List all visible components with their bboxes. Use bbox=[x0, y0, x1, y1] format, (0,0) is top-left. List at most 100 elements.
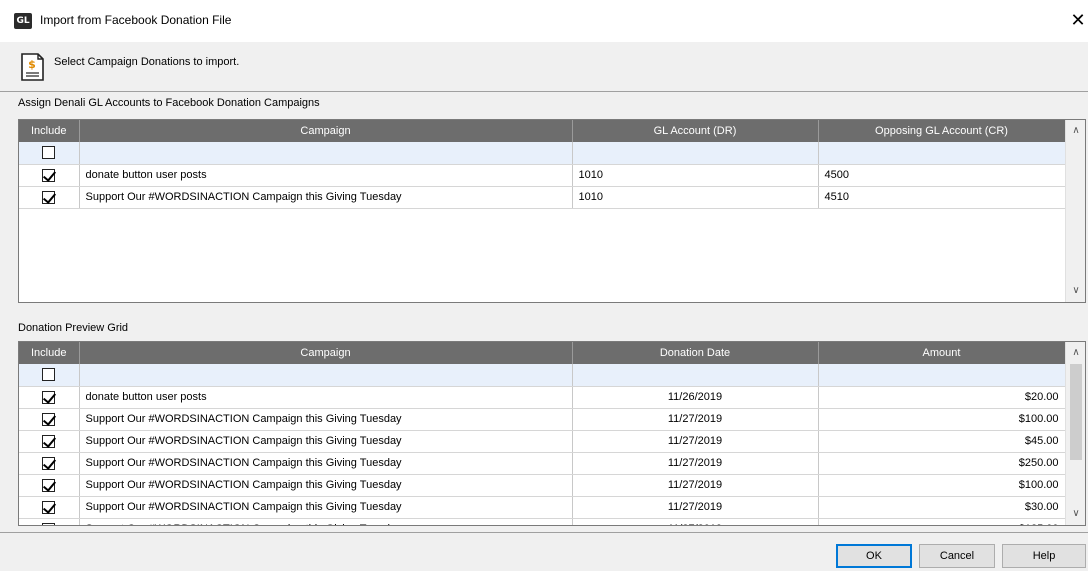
campaign-cell[interactable]: Support Our #WORDSINACTION Campaign this… bbox=[79, 452, 573, 475]
dialog-title: Import from Facebook Donation File bbox=[40, 13, 232, 27]
table-row[interactable]: Support Our #WORDSINACTION Campaign this… bbox=[19, 430, 1066, 453]
gl-cr-cell[interactable]: 4500 bbox=[818, 164, 1066, 187]
amount-cell[interactable]: $100.00 bbox=[818, 408, 1066, 431]
import-dialog: GL Import from Facebook Donation File ✕ … bbox=[0, 0, 1088, 571]
document-dollar-icon: $ bbox=[21, 53, 44, 81]
date-cell[interactable]: 11/27/2019 bbox=[572, 430, 819, 453]
include-cell[interactable] bbox=[19, 164, 80, 187]
include-checkbox[interactable] bbox=[42, 500, 56, 514]
include-checkbox[interactable] bbox=[42, 456, 56, 470]
preview-section-label: Donation Preview Grid bbox=[18, 322, 129, 334]
include-cell[interactable] bbox=[19, 364, 80, 387]
scroll-up-icon[interactable]: ∧ bbox=[1066, 344, 1085, 362]
help-button[interactable]: Help bbox=[1002, 544, 1086, 568]
include-cell[interactable] bbox=[19, 408, 80, 431]
include-cell[interactable] bbox=[19, 386, 80, 409]
gl-dr-cell[interactable] bbox=[572, 142, 819, 165]
title-bar: GL Import from Facebook Donation File ✕ bbox=[0, 0, 1088, 42]
column-header[interactable]: Include bbox=[19, 120, 80, 142]
date-cell[interactable]: 11/27/2019 bbox=[572, 496, 819, 519]
date-cell[interactable]: 11/27/2019 bbox=[572, 518, 819, 525]
amount-cell[interactable] bbox=[818, 364, 1066, 387]
table-row[interactable]: Support Our #WORDSINACTION Campaign this… bbox=[19, 518, 1066, 525]
accounts-grid-header: Include Campaign GL Account (DR) Opposin… bbox=[19, 120, 1066, 142]
campaign-cell[interactable]: Support Our #WORDSINACTION Campaign this… bbox=[79, 430, 573, 453]
include-checkbox[interactable] bbox=[42, 168, 56, 182]
column-header[interactable]: Opposing GL Account (CR) bbox=[818, 120, 1066, 142]
campaign-cell[interactable]: Support Our #WORDSINACTION Campaign this… bbox=[79, 186, 573, 209]
amount-cell[interactable]: $250.00 bbox=[818, 452, 1066, 475]
campaign-cell[interactable]: donate button user posts bbox=[79, 386, 573, 409]
column-header[interactable]: Campaign bbox=[79, 120, 573, 142]
footer-divider bbox=[0, 532, 1088, 533]
column-header[interactable]: Campaign bbox=[79, 342, 573, 364]
campaign-cell[interactable]: Support Our #WORDSINACTION Campaign this… bbox=[79, 408, 573, 431]
date-cell[interactable] bbox=[572, 364, 819, 387]
campaign-cell[interactable]: Support Our #WORDSINACTION Campaign this… bbox=[79, 496, 573, 519]
accounts-section-label: Assign Denali GL Accounts to Facebook Do… bbox=[18, 97, 320, 109]
close-button[interactable]: ✕ bbox=[1068, 8, 1088, 34]
gl-cr-cell[interactable] bbox=[818, 142, 1066, 165]
column-header[interactable]: Amount bbox=[818, 342, 1066, 364]
gl-dr-cell[interactable]: 1010 bbox=[572, 164, 819, 187]
amount-cell[interactable]: $100.00 bbox=[818, 474, 1066, 497]
table-row[interactable]: donate button user posts 1010 4500 bbox=[19, 164, 1066, 187]
table-row[interactable]: Support Our #WORDSINACTION Campaign this… bbox=[19, 474, 1066, 497]
include-cell[interactable] bbox=[19, 452, 80, 475]
amount-cell[interactable]: $30.00 bbox=[818, 496, 1066, 519]
preview-grid-header: Include Campaign Donation Date Amount bbox=[19, 342, 1066, 364]
scroll-up-icon[interactable]: ∧ bbox=[1066, 122, 1085, 140]
include-cell[interactable] bbox=[19, 430, 80, 453]
campaign-cell[interactable]: Support Our #WORDSINACTION Campaign this… bbox=[79, 518, 573, 525]
include-checkbox[interactable] bbox=[42, 190, 56, 204]
column-header[interactable]: Include bbox=[19, 342, 80, 364]
column-header[interactable]: GL Account (DR) bbox=[572, 120, 819, 142]
include-checkbox[interactable] bbox=[42, 390, 56, 404]
scroll-thumb[interactable] bbox=[1070, 364, 1082, 460]
preview-grid-body: donate button user posts 11/26/2019 $20.00… bbox=[19, 364, 1066, 525]
table-row[interactable]: Support Our #WORDSINACTION Campaign this… bbox=[19, 186, 1066, 209]
table-row[interactable]: Support Our #WORDSINACTION Campaign this… bbox=[19, 452, 1066, 475]
table-row[interactable]: Support Our #WORDSINACTION Campaign this… bbox=[19, 496, 1066, 519]
include-cell[interactable] bbox=[19, 496, 80, 519]
gl-dr-cell[interactable]: 1010 bbox=[572, 186, 819, 209]
gl-app-icon: GL bbox=[14, 13, 32, 29]
campaign-cell[interactable] bbox=[79, 364, 573, 387]
campaign-cell[interactable]: donate button user posts bbox=[79, 164, 573, 187]
preview-scrollbar[interactable]: ∧ ∨ bbox=[1065, 342, 1085, 525]
include-checkbox[interactable] bbox=[42, 412, 56, 426]
column-header[interactable]: Donation Date bbox=[572, 342, 819, 364]
include-checkbox[interactable] bbox=[42, 146, 56, 160]
include-checkbox[interactable] bbox=[42, 434, 56, 448]
campaign-cell[interactable]: Support Our #WORDSINACTION Campaign this… bbox=[79, 474, 573, 497]
new-entry-row[interactable] bbox=[19, 364, 1066, 387]
table-row[interactable]: donate button user posts 11/26/2019 $20.00 bbox=[19, 386, 1066, 409]
gl-cr-cell[interactable]: 4510 bbox=[818, 186, 1066, 209]
ok-button[interactable]: OK bbox=[836, 544, 912, 568]
accounts-grid[interactable]: Include Campaign GL Account (DR) Opposin… bbox=[18, 119, 1086, 303]
svg-text:$: $ bbox=[28, 58, 36, 71]
include-cell[interactable] bbox=[19, 142, 80, 165]
amount-cell[interactable]: $125.00 bbox=[818, 518, 1066, 525]
date-cell[interactable]: 11/26/2019 bbox=[572, 386, 819, 409]
include-checkbox[interactable] bbox=[42, 522, 56, 525]
include-cell[interactable] bbox=[19, 474, 80, 497]
table-row[interactable]: Support Our #WORDSINACTION Campaign this… bbox=[19, 408, 1066, 431]
scroll-down-icon[interactable]: ∨ bbox=[1066, 505, 1085, 523]
include-cell[interactable] bbox=[19, 518, 80, 525]
date-cell[interactable]: 11/27/2019 bbox=[572, 474, 819, 497]
amount-cell[interactable]: $45.00 bbox=[818, 430, 1066, 453]
include-cell[interactable] bbox=[19, 186, 80, 209]
cancel-button[interactable]: Cancel bbox=[919, 544, 995, 568]
include-checkbox[interactable] bbox=[42, 368, 56, 382]
amount-cell[interactable]: $20.00 bbox=[818, 386, 1066, 409]
instruction-text: Select Campaign Donations to import. bbox=[54, 56, 240, 68]
campaign-cell[interactable] bbox=[79, 142, 573, 165]
date-cell[interactable]: 11/27/2019 bbox=[572, 408, 819, 431]
date-cell[interactable]: 11/27/2019 bbox=[572, 452, 819, 475]
accounts-scrollbar[interactable]: ∧ ∨ bbox=[1065, 120, 1085, 302]
scroll-down-icon[interactable]: ∨ bbox=[1066, 282, 1085, 300]
include-checkbox[interactable] bbox=[42, 478, 56, 492]
preview-grid[interactable]: Include Campaign Donation Date Amount do… bbox=[18, 341, 1086, 526]
new-entry-row[interactable] bbox=[19, 142, 1066, 165]
